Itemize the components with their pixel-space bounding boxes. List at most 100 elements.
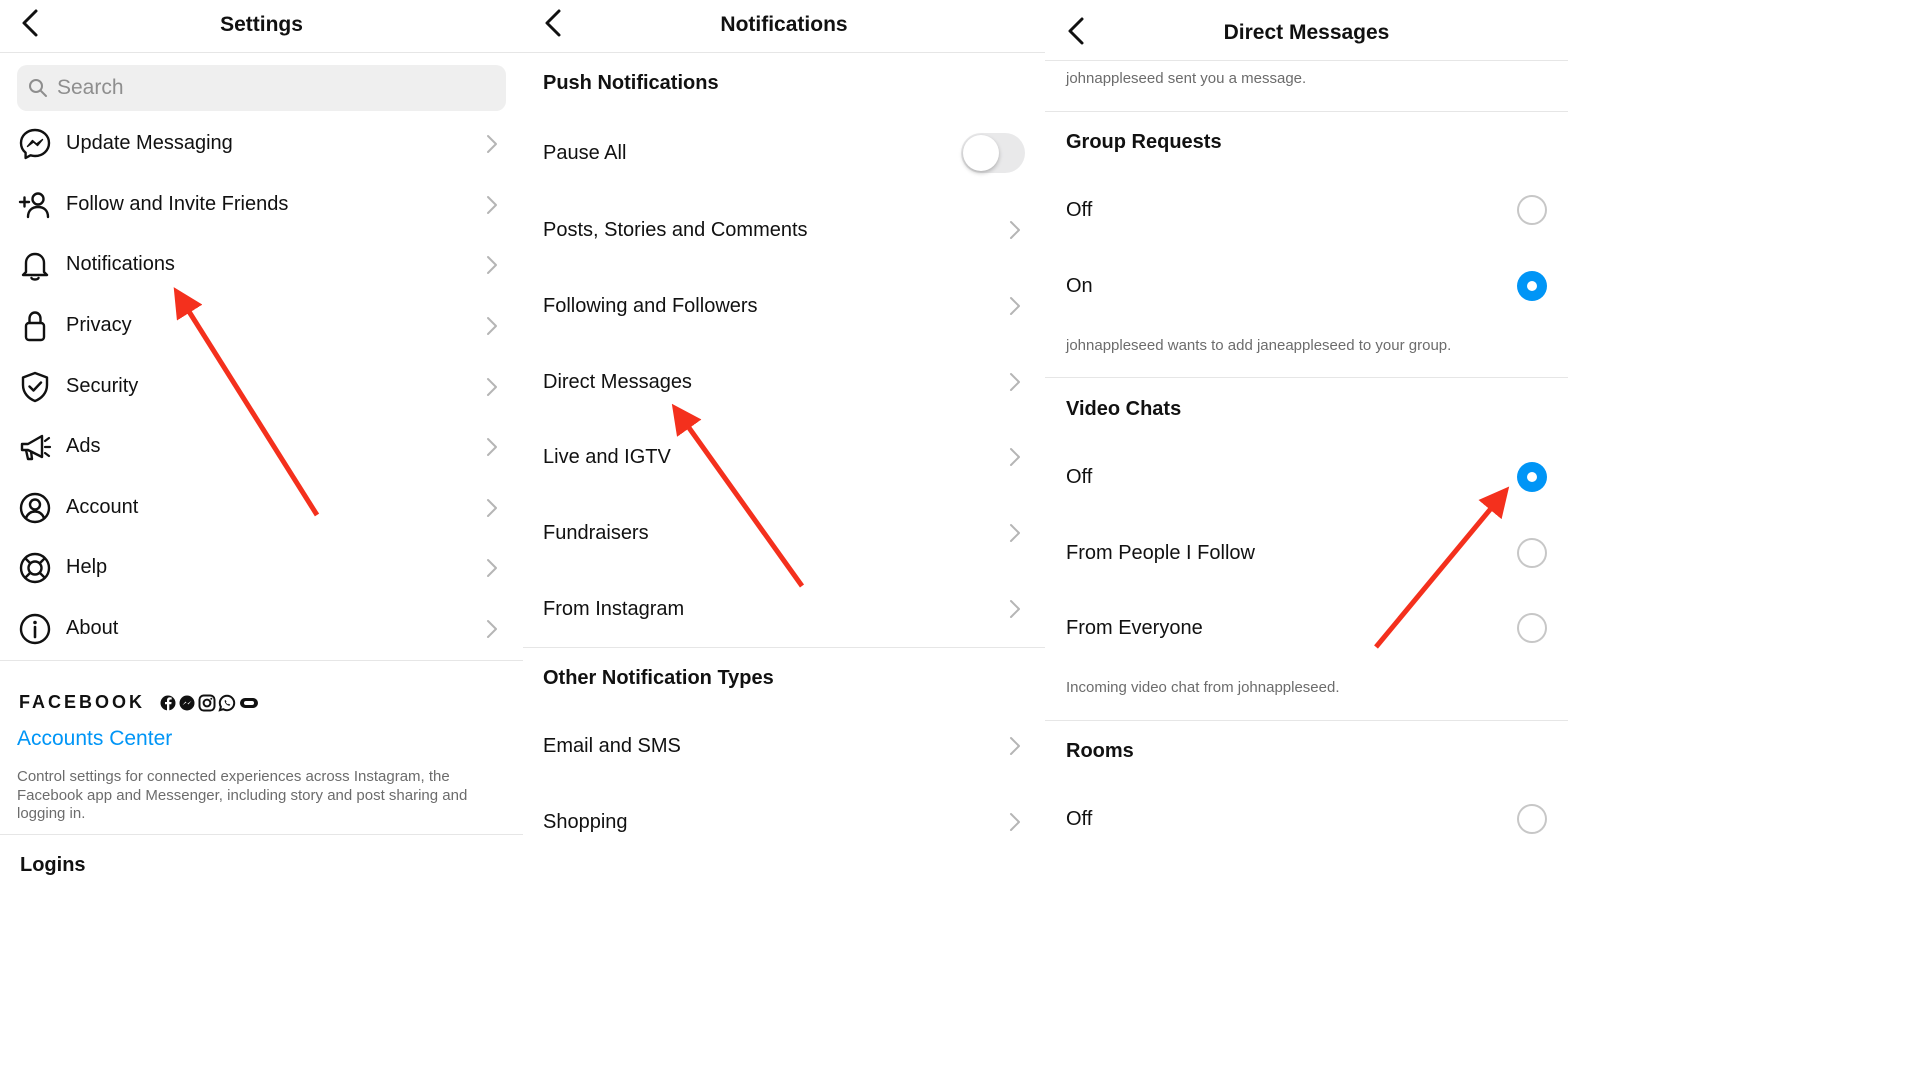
chevron-right-icon bbox=[487, 559, 497, 577]
chevron-right-icon bbox=[487, 378, 497, 396]
chevron-right-icon bbox=[487, 499, 497, 517]
group-requests-option-off[interactable]: Off bbox=[1045, 180, 1568, 240]
notif-item-shopping[interactable]: Shopping bbox=[523, 792, 1045, 852]
group-requests-option-on[interactable]: On bbox=[1045, 256, 1568, 316]
toggle-knob bbox=[963, 135, 999, 171]
portal-icon bbox=[240, 698, 258, 708]
facebook-icon bbox=[160, 695, 176, 711]
add-person-icon bbox=[18, 192, 50, 219]
pause-all-label: Pause All bbox=[543, 142, 627, 164]
settings-item-label: Notifications bbox=[66, 253, 175, 275]
direct-messages-panel: Direct Messages johnappleseed sent you a… bbox=[1045, 0, 1568, 882]
option-label: Off bbox=[1066, 199, 1093, 221]
chevron-right-icon bbox=[487, 317, 497, 335]
settings-item-label: Security bbox=[66, 375, 139, 397]
divider bbox=[0, 660, 523, 661]
chevron-right-icon bbox=[1010, 221, 1020, 239]
direct-messages-header: Direct Messages bbox=[1045, 0, 1568, 61]
settings-panel: Settings Update Messaging Follow and Inv… bbox=[0, 0, 523, 882]
page-title: Settings bbox=[220, 13, 303, 36]
other-notification-types-heading: Other Notification Types bbox=[543, 667, 774, 689]
video-chats-hint: Incoming video chat from johnappleseed. bbox=[1066, 679, 1340, 696]
group-requests-hint: johnappleseed wants to add janeappleseed… bbox=[1066, 337, 1452, 354]
settings-header: Settings bbox=[0, 0, 523, 53]
divider bbox=[1045, 377, 1568, 378]
search-input[interactable] bbox=[57, 65, 497, 111]
settings-item-privacy[interactable]: Privacy bbox=[0, 296, 523, 356]
chevron-right-icon bbox=[1010, 297, 1020, 315]
meta-apps-icons bbox=[160, 694, 258, 712]
search-bar[interactable] bbox=[17, 65, 506, 111]
video-chats-option-off[interactable]: Off bbox=[1045, 447, 1568, 507]
accounts-center-description: Control settings for connected experienc… bbox=[17, 768, 468, 822]
video-chats-option-people-i-follow[interactable]: From People I Follow bbox=[1045, 523, 1568, 583]
rooms-option-off[interactable]: Off bbox=[1045, 789, 1568, 849]
chevron-right-icon bbox=[487, 196, 497, 214]
page-title: Notifications bbox=[720, 13, 848, 36]
divider bbox=[523, 647, 1045, 648]
chevron-right-icon bbox=[1010, 524, 1020, 542]
notif-item-label: From Instagram bbox=[543, 598, 685, 620]
settings-item-notifications[interactable]: Notifications bbox=[0, 235, 523, 295]
settings-item-update-messaging[interactable]: Update Messaging bbox=[0, 114, 523, 174]
notif-item-label: Email and SMS bbox=[543, 735, 681, 757]
account-circle-icon bbox=[19, 492, 51, 524]
video-chats-option-everyone[interactable]: From Everyone bbox=[1045, 598, 1568, 658]
video-chats-heading: Video Chats bbox=[1066, 398, 1182, 420]
divider bbox=[1045, 720, 1568, 721]
settings-item-security[interactable]: Security bbox=[0, 357, 523, 417]
option-label: From People I Follow bbox=[1066, 542, 1255, 564]
settings-item-label: Ads bbox=[66, 435, 101, 457]
notif-item-from-instagram[interactable]: From Instagram bbox=[523, 579, 1045, 639]
settings-item-label: Privacy bbox=[66, 314, 132, 336]
settings-item-label: About bbox=[66, 617, 119, 639]
chevron-right-icon bbox=[1010, 373, 1020, 391]
pause-all-toggle[interactable] bbox=[961, 133, 1025, 173]
notif-item-label: Posts, Stories and Comments bbox=[543, 219, 808, 241]
chevron-right-icon bbox=[487, 438, 497, 456]
notif-item-email-sms[interactable]: Email and SMS bbox=[523, 716, 1045, 776]
bell-icon bbox=[21, 252, 49, 281]
lifebuoy-icon bbox=[19, 552, 51, 584]
notif-item-posts-stories-comments[interactable]: Posts, Stories and Comments bbox=[523, 200, 1045, 260]
settings-item-help[interactable]: Help bbox=[0, 538, 523, 598]
group-requests-heading: Group Requests bbox=[1066, 131, 1222, 153]
notif-item-fundraisers[interactable]: Fundraisers bbox=[523, 503, 1045, 563]
option-label: On bbox=[1066, 275, 1093, 297]
settings-item-label: Update Messaging bbox=[66, 132, 233, 154]
lock-icon bbox=[24, 311, 46, 342]
notifications-panel: Notifications Push Notifications Pause A… bbox=[523, 0, 1045, 882]
notif-item-label: Shopping bbox=[543, 811, 628, 833]
notif-item-live-igtv[interactable]: Live and IGTV bbox=[523, 427, 1045, 487]
notif-item-label: Direct Messages bbox=[543, 371, 692, 393]
settings-item-about[interactable]: About bbox=[0, 599, 523, 659]
notif-item-direct-messages[interactable]: Direct Messages bbox=[523, 352, 1045, 412]
search-icon bbox=[29, 79, 47, 97]
radio-button[interactable] bbox=[1517, 804, 1547, 834]
radio-button[interactable] bbox=[1517, 195, 1547, 225]
settings-item-label: Follow and Invite Friends bbox=[66, 193, 289, 215]
whatsapp-icon bbox=[218, 694, 236, 712]
messenger-small-icon bbox=[179, 695, 195, 711]
divider bbox=[0, 834, 523, 835]
radio-button-selected[interactable] bbox=[1517, 462, 1547, 492]
settings-item-account[interactable]: Account bbox=[0, 478, 523, 538]
messenger-icon bbox=[19, 128, 51, 160]
notif-item-following-followers[interactable]: Following and Followers bbox=[523, 276, 1045, 336]
chevron-right-icon bbox=[1010, 813, 1020, 831]
shield-icon bbox=[21, 371, 49, 403]
facebook-wordmark: FACEBOOK bbox=[19, 692, 146, 712]
radio-button-selected[interactable] bbox=[1517, 271, 1547, 301]
option-label: From Everyone bbox=[1066, 617, 1203, 639]
info-icon bbox=[19, 613, 51, 645]
settings-item-follow-invite[interactable]: Follow and Invite Friends bbox=[0, 175, 523, 235]
radio-button[interactable] bbox=[1517, 538, 1547, 568]
notif-item-label: Live and IGTV bbox=[543, 446, 671, 468]
chevron-right-icon bbox=[1010, 600, 1020, 618]
chevron-right-icon bbox=[487, 256, 497, 274]
option-label: Off bbox=[1066, 466, 1093, 488]
accounts-center-link[interactable]: Accounts Center bbox=[17, 727, 172, 751]
chevron-right-icon bbox=[487, 135, 497, 153]
settings-item-ads[interactable]: Ads bbox=[0, 417, 523, 477]
radio-button[interactable] bbox=[1517, 613, 1547, 643]
